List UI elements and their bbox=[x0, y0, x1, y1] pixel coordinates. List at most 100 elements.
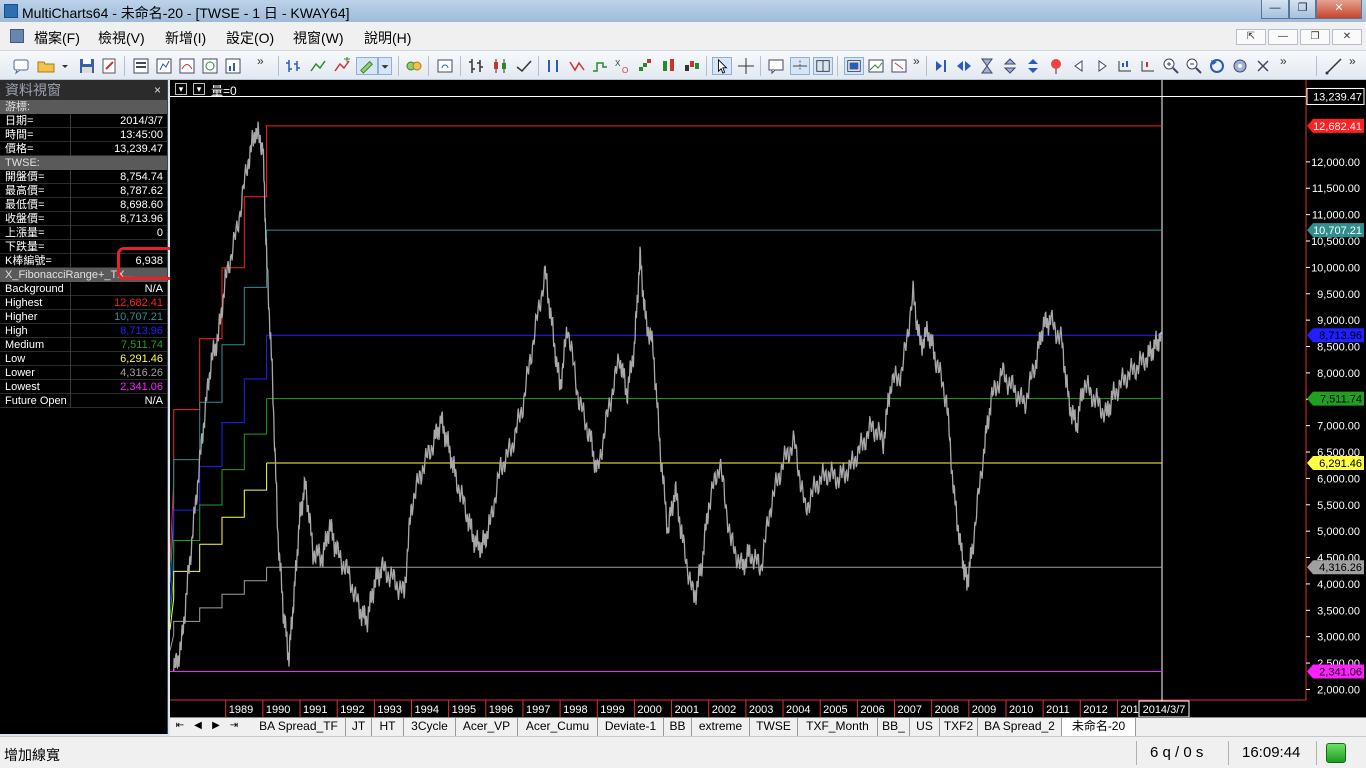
mdi-close-button[interactable]: ✕ bbox=[1332, 29, 1362, 45]
line-on-close-icon[interactable] bbox=[545, 57, 563, 75]
candlestick-icon[interactable] bbox=[491, 57, 509, 75]
connection-status-icon[interactable] bbox=[1326, 743, 1346, 763]
trendline-icon[interactable] bbox=[1325, 57, 1343, 75]
format-study-icon[interactable] bbox=[178, 57, 196, 75]
bar-spacing-icon[interactable] bbox=[1116, 57, 1134, 75]
format-symbol-icon[interactable] bbox=[155, 57, 173, 75]
bar-spacing-narrow-icon[interactable] bbox=[1139, 57, 1157, 75]
toolbar-overflow-2[interactable]: » bbox=[913, 54, 920, 68]
chart-collapse-dropdown[interactable]: ▾ bbox=[175, 83, 187, 95]
mdi-restore-button[interactable]: ❐ bbox=[1300, 29, 1330, 45]
sheet-tab[interactable]: TXF2 bbox=[940, 718, 978, 736]
three-line-break-icon[interactable] bbox=[683, 57, 701, 75]
checkmark-icon[interactable] bbox=[515, 57, 533, 75]
line-chart-icon[interactable] bbox=[309, 57, 327, 75]
dropdown-arrow-icon[interactable] bbox=[60, 57, 70, 75]
chart-image-icon[interactable] bbox=[867, 57, 885, 75]
vertical-cursor-icon[interactable] bbox=[813, 57, 833, 75]
sheet-tab[interactable]: HT bbox=[372, 718, 404, 736]
open-folder-icon[interactable] bbox=[37, 57, 55, 75]
close-button[interactable]: ✕ bbox=[1316, 0, 1362, 19]
insert-study-icon[interactable] bbox=[333, 57, 351, 75]
menu-view[interactable]: 檢視(V) bbox=[98, 28, 145, 48]
svg-text:O: O bbox=[622, 66, 628, 75]
format-window-icon[interactable] bbox=[132, 57, 150, 75]
sheet-tab[interactable]: TWSE bbox=[750, 718, 798, 736]
settings-zoom-icon[interactable] bbox=[1231, 57, 1249, 75]
reset-view-icon[interactable] bbox=[1254, 57, 1272, 75]
scroll-end-icon[interactable] bbox=[932, 57, 950, 75]
menu-window[interactable]: 視窗(W) bbox=[293, 28, 344, 48]
format-drawing-icon[interactable] bbox=[201, 57, 219, 75]
price-chart[interactable]: 2,000.002,500.003,000.003,500.004,000.00… bbox=[169, 80, 1366, 718]
sheet-tab[interactable]: extreme bbox=[692, 718, 750, 736]
data-row: 收盤價= 8,713.96 bbox=[0, 212, 167, 226]
drawing-tool-icon[interactable] bbox=[356, 57, 378, 75]
display-mode-icon[interactable] bbox=[844, 57, 864, 75]
menu-file[interactable]: 檔案(F) bbox=[34, 28, 80, 48]
zigzag-icon[interactable] bbox=[568, 57, 586, 75]
undo-zoom-icon[interactable] bbox=[1208, 57, 1226, 75]
new-chat-icon[interactable] bbox=[12, 57, 30, 75]
sheet-tab[interactable]: JT bbox=[346, 718, 372, 736]
strategy-icon[interactable] bbox=[224, 57, 242, 75]
toolbar-overflow-1[interactable]: » bbox=[257, 54, 264, 68]
chart-type-bar-icon[interactable] bbox=[285, 57, 303, 75]
properties-icon[interactable] bbox=[100, 57, 118, 75]
tab-last-button[interactable]: ⇥ bbox=[226, 720, 242, 731]
text-note-icon[interactable] bbox=[767, 57, 785, 75]
y-tick-label: 11,000.00 bbox=[1312, 210, 1360, 222]
menu-settings[interactable]: 設定(O) bbox=[226, 28, 274, 48]
tab-next-button[interactable]: ▶ bbox=[208, 720, 224, 731]
scroll-right-icon[interactable] bbox=[1093, 57, 1111, 75]
zoom-out-icon[interactable] bbox=[1185, 57, 1203, 75]
sheet-tab[interactable]: TXF_Month bbox=[798, 718, 878, 736]
expand-window-icon[interactable] bbox=[890, 57, 908, 75]
format-objects-icon[interactable] bbox=[405, 57, 423, 75]
menu-insert[interactable]: 新增(I) bbox=[165, 28, 206, 48]
kagi-icon[interactable] bbox=[660, 57, 678, 75]
sheet-tab[interactable]: 未命名-20 bbox=[1062, 718, 1136, 736]
hourglass-icon[interactable] bbox=[978, 57, 996, 75]
minimize-button[interactable]: — bbox=[1261, 0, 1289, 19]
data-window-close-icon[interactable]: × bbox=[154, 80, 161, 100]
sheet-tab[interactable]: BA Spread_TF bbox=[252, 718, 346, 736]
tab-prev-button[interactable]: ◀ bbox=[190, 720, 206, 731]
sheet-tab[interactable]: 3Cycle bbox=[404, 718, 456, 736]
scale-vertical-icon[interactable] bbox=[1001, 57, 1019, 75]
step-line-icon[interactable] bbox=[591, 57, 609, 75]
tab-first-button[interactable]: ⇤ bbox=[172, 720, 188, 731]
toolbar-overflow-4[interactable]: » bbox=[1349, 54, 1356, 68]
sheet-tab[interactable]: BB bbox=[664, 718, 692, 736]
crosshair-icon[interactable] bbox=[737, 57, 755, 75]
sheet-tab[interactable]: Acer_VP bbox=[456, 718, 518, 736]
zoom-in-icon[interactable] bbox=[1162, 57, 1180, 75]
renko-icon[interactable] bbox=[637, 57, 655, 75]
mdi-minimize-button[interactable]: — bbox=[1268, 29, 1298, 45]
sheet-tab[interactable]: US bbox=[910, 718, 940, 736]
point-figure-icon[interactable]: XO bbox=[614, 57, 632, 75]
maximize-button[interactable]: ❐ bbox=[1289, 0, 1316, 19]
arrow-pointer-icon[interactable] bbox=[712, 57, 732, 75]
horizontal-cursor-icon[interactable] bbox=[790, 57, 810, 75]
study-dropdown[interactable]: ▾ bbox=[193, 83, 205, 95]
sheet-tab[interactable]: Acer_Cumu bbox=[518, 718, 598, 736]
sheet-tab[interactable]: BB_ bbox=[878, 718, 910, 736]
scroll-left-icon[interactable] bbox=[1070, 57, 1088, 75]
menu-help[interactable]: 說明(H) bbox=[364, 28, 411, 48]
mdi-restore-out-button[interactable]: ⇱ bbox=[1236, 29, 1266, 45]
document-icon[interactable] bbox=[10, 29, 24, 43]
scroll-both-icon[interactable] bbox=[955, 57, 973, 75]
x-tick-label: 2002 bbox=[712, 704, 736, 716]
sheet-tab[interactable]: BA Spread_2 bbox=[978, 718, 1062, 736]
alert-icon[interactable] bbox=[1047, 57, 1065, 75]
drawing-dropdown-icon[interactable] bbox=[378, 57, 392, 75]
chart-window[interactable]: 2,000.00 2,500.00 3,000.00 3,500.00 4,000.00… bbox=[169, 80, 1366, 718]
toolbar-overflow-3[interactable]: » bbox=[1280, 54, 1287, 68]
ohlc-bar-icon[interactable] bbox=[467, 57, 485, 75]
scale-expand-icon[interactable] bbox=[1024, 57, 1042, 75]
indicator-rows: Background N/A Highest 12,682.41 Higher 10,70… bbox=[0, 282, 167, 408]
sheet-tab[interactable]: Deviate-1 bbox=[598, 718, 664, 736]
refresh-chart-icon[interactable] bbox=[436, 57, 454, 75]
save-icon[interactable] bbox=[78, 57, 96, 75]
